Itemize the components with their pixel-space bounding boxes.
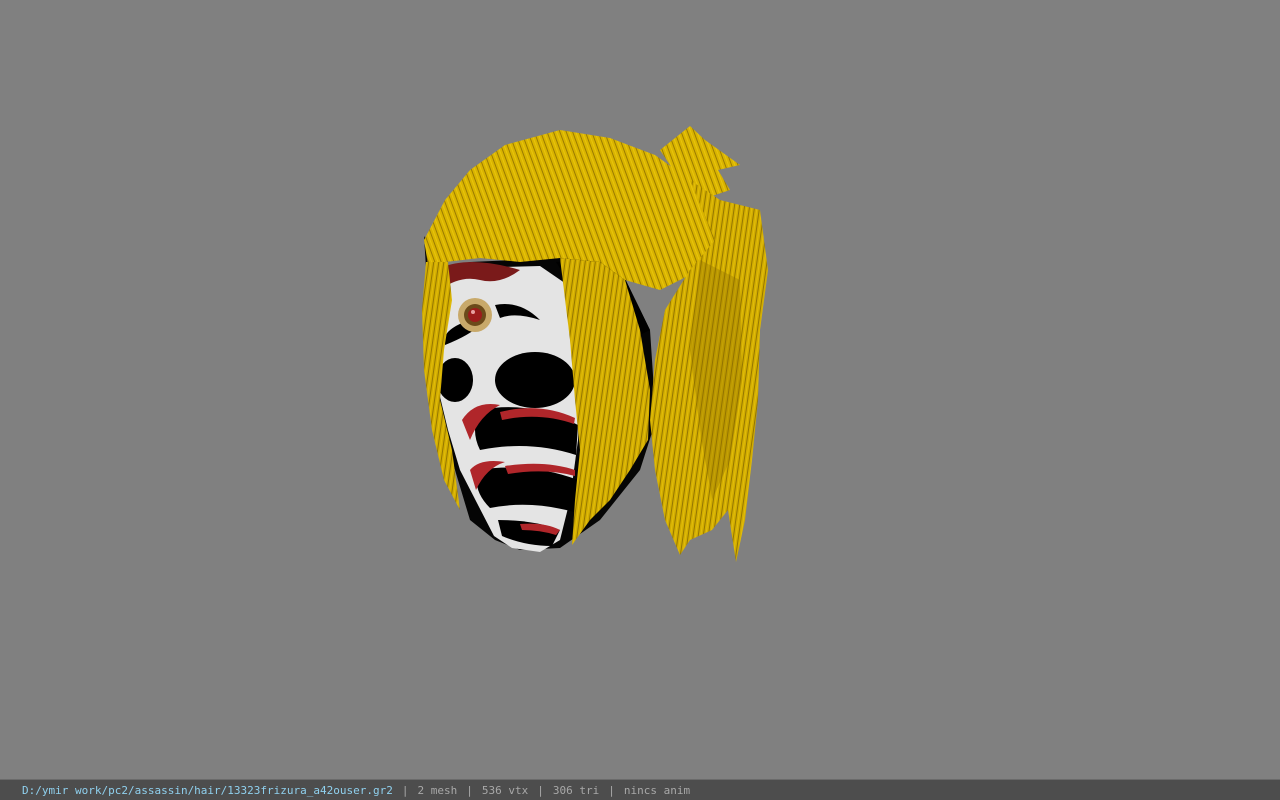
- status-separator: |: [466, 783, 473, 797]
- hair-model-render: [422, 126, 768, 562]
- mesh-count: 2 mesh: [417, 783, 458, 797]
- file-path: D:/ymir work/pc2/assassin/hair/13323friz…: [22, 783, 393, 797]
- face-mask: [430, 261, 580, 552]
- 3d-viewport[interactable]: [0, 0, 1280, 779]
- forehead-gem: [468, 308, 482, 322]
- status-separator: |: [537, 783, 544, 797]
- status-bar: D:/ymir work/pc2/assassin/hair/13323friz…: [0, 779, 1280, 800]
- status-separator: |: [401, 783, 409, 797]
- triangle-count: 306 tri: [552, 783, 600, 797]
- status-separator: |: [608, 783, 615, 797]
- animation-status: nincs anim: [623, 783, 691, 797]
- vertex-count: 536 vtx: [481, 783, 529, 797]
